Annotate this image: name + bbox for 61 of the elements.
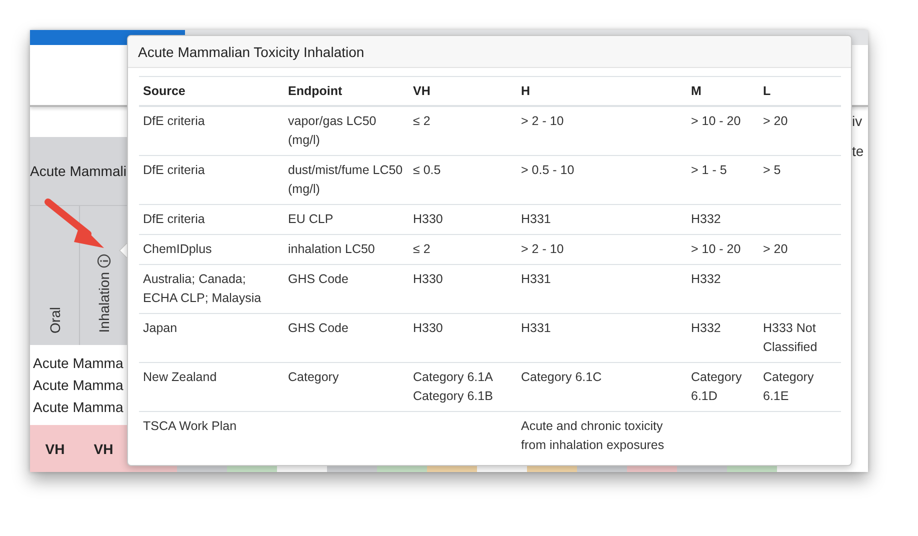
table-cell-text: > 1 - 5 — [691, 162, 727, 178]
table-cell-text: EU CLP — [288, 210, 334, 228]
table-cell-text: DfE criteria — [143, 112, 205, 130]
table-cell-text: New Zealand — [143, 368, 217, 386]
table-cell-text: vapor/gas LC50 (mg/l) — [288, 112, 378, 149]
table-cell-text: GHS Code — [288, 320, 348, 336]
group-header: Acute Mammali — [30, 163, 126, 179]
hazard-cell: VH — [80, 425, 127, 472]
table-cell-text: DfE criteria — [143, 210, 205, 228]
row-label: Acute Mamma — [33, 398, 124, 417]
table-cell-text: > 5 — [763, 162, 781, 178]
table-cell-text: Category 6.1D — [691, 368, 743, 404]
table-cell-text: DfE criteria — [143, 162, 205, 178]
column-header: Endpoint — [284, 76, 409, 106]
row-label: Acute Mamma — [33, 354, 124, 373]
column-header: M — [687, 76, 759, 106]
table-cell-text: H331 — [521, 210, 551, 228]
table-cell-text: > 10 - 20 — [691, 112, 741, 130]
table-cell-text: H330 — [413, 210, 443, 228]
table-cell-text: GHS Code — [288, 270, 348, 288]
popover-title: Acute Mammalian Toxicity Inhalation — [128, 36, 851, 68]
column-header: L — [759, 76, 841, 106]
table-cell-text: Category 6.1C — [521, 368, 602, 386]
table-cell-text: H330 — [413, 270, 443, 288]
table-cell-text: TSCA Work Plan — [143, 418, 237, 434]
table-cell-text: H330 — [413, 320, 443, 336]
table-cell-text: Japan — [143, 320, 178, 337]
table-cell-text: H332 — [691, 210, 721, 228]
table-cell-text: H333 Not Classified — [763, 320, 818, 356]
annotation-arrow — [44, 198, 106, 250]
info-icon[interactable] — [96, 254, 110, 268]
column-header: H — [517, 76, 687, 106]
hazard-cell: VH — [30, 425, 80, 472]
column-label: Oral — [46, 306, 62, 333]
table-cell-text: ChemIDplus — [143, 240, 212, 258]
table-cell-text: > 20 — [763, 240, 788, 258]
table-cell-text: > 10 - 20 — [691, 240, 741, 258]
table-cell-text: inhalation LC50 — [288, 240, 375, 258]
column-header: Source — [139, 76, 284, 106]
row-label: Acute Mamma — [33, 376, 124, 395]
table-cell-text: Acute and chronic toxicity from inhalation exposures — [521, 418, 666, 454]
table-cell-text: ≤ 2 — [413, 240, 430, 258]
table-cell-text: > 2 - 10 — [521, 112, 564, 130]
table-cell-text: > 0.5 - 10 — [521, 162, 574, 178]
column-label: Inhalation — [96, 272, 112, 333]
table-cell-text: H331 — [521, 270, 551, 288]
table-cell-text: H332 — [691, 320, 721, 336]
table-cell-text: > 20 — [763, 112, 788, 130]
table-cell-text: ≤ 2 — [413, 112, 430, 130]
table-cell-text: ≤ 0.5 — [413, 162, 441, 178]
cut-text: iv — [852, 113, 862, 129]
column-header: VH — [409, 76, 517, 106]
table-cell-text: Category 6.1E — [763, 368, 815, 404]
table-cell-text: Category — [288, 368, 339, 386]
table-cell-text: Category 6.1A Category 6.1B — [413, 368, 494, 405]
table-cell-text: > 2 - 10 — [521, 240, 564, 258]
table-cell-text: H332 — [691, 270, 721, 288]
table-cell-text: dust/mist/fume LC50 (mg/l) — [288, 162, 404, 198]
table-cell-text: H331 — [521, 320, 551, 336]
cut-text: te — [852, 143, 864, 159]
table-cell-text: Australia; Canada; ECHA CLP; Malaysia — [143, 270, 262, 307]
